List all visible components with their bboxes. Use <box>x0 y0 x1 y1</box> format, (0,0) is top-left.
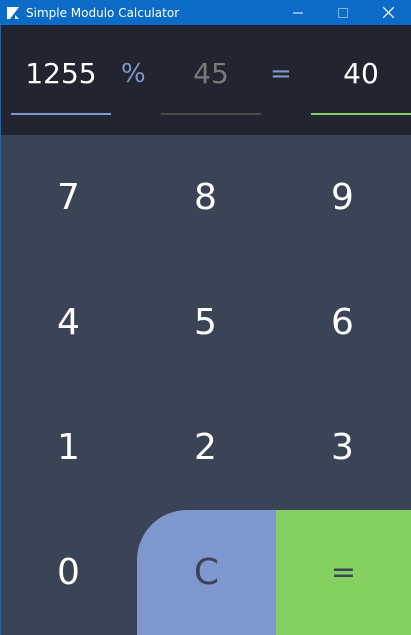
clear-button[interactable]: C <box>137 510 276 635</box>
result-value: 40 <box>343 57 379 90</box>
calculator-display: 1255 % 45 = 40 <box>0 25 411 135</box>
divisor-underline <box>161 113 261 115</box>
minimize-icon <box>293 12 303 13</box>
key-2[interactable]: 2 <box>137 385 274 510</box>
calculator-window: Simple Modulo Calculator 1255 % 45 = 40 … <box>0 0 411 635</box>
maximize-icon <box>338 7 348 18</box>
window-border <box>0 25 1 635</box>
divisor-field[interactable]: 45 <box>161 25 261 115</box>
divisor-placeholder: 45 <box>193 57 229 90</box>
dividend-underline <box>11 113 111 115</box>
key-1[interactable]: 1 <box>0 385 137 510</box>
minimize-button[interactable] <box>275 0 321 25</box>
key-7[interactable]: 7 <box>0 135 137 260</box>
result-underline <box>311 113 411 115</box>
key-8[interactable]: 8 <box>137 135 274 260</box>
dividend-field[interactable]: 1255 <box>11 25 111 115</box>
close-button[interactable] <box>365 0 411 25</box>
keypad: 7 8 9 4 5 6 1 2 3 0 C = <box>0 135 411 635</box>
key-4[interactable]: 4 <box>0 260 137 385</box>
close-icon <box>382 7 394 18</box>
equals-sign: = <box>270 59 292 89</box>
key-3[interactable]: 3 <box>274 385 411 510</box>
key-5[interactable]: 5 <box>137 260 274 385</box>
result-field: 40 <box>311 25 411 115</box>
maximize-button[interactable] <box>320 0 366 25</box>
key-6[interactable]: 6 <box>274 260 411 385</box>
title-bar[interactable]: Simple Modulo Calculator <box>0 0 411 25</box>
window-title: Simple Modulo Calculator <box>26 5 180 20</box>
equals-button[interactable]: = <box>276 510 411 635</box>
dividend-value: 1255 <box>25 57 97 90</box>
app-logo-icon <box>5 5 21 21</box>
key-0[interactable]: 0 <box>0 510 137 635</box>
key-9[interactable]: 9 <box>274 135 411 260</box>
modulo-operator: % <box>121 59 146 89</box>
